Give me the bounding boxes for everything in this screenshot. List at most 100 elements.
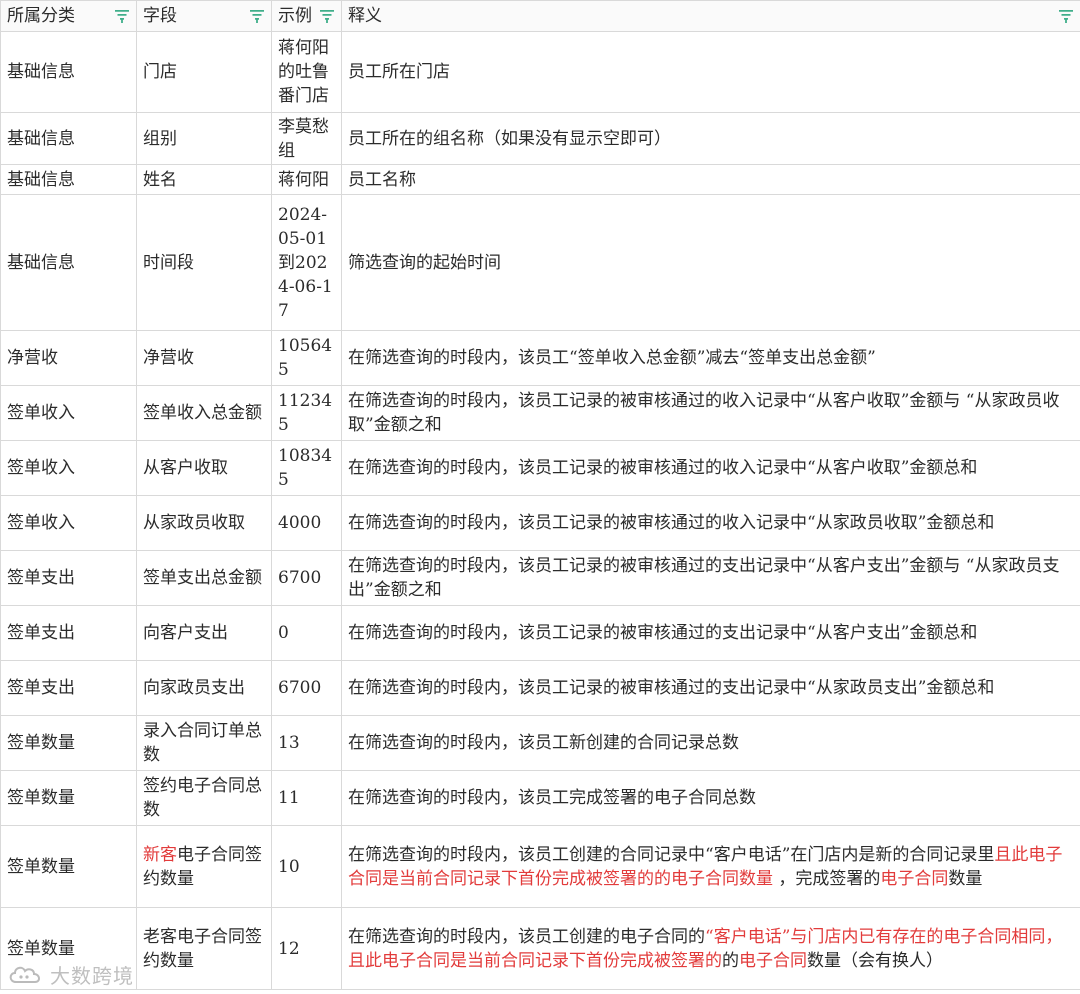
description-text-segment: 筛选查询的起始时间 (348, 252, 501, 273)
cell-example: 105645 (271, 330, 342, 386)
cell-example: 12 (271, 907, 342, 990)
cell-category: 基础信息 (0, 194, 137, 331)
cell-example: 李莫愁组 (271, 112, 342, 165)
table-row: 签单数量 录入合同订单总数 13 在筛选查询的时段内，该员工新创建的合同记录总数 (0, 715, 1080, 771)
description-text-segment: 在筛选查询的时段内，该员工新创建的合同记录总数 (348, 733, 739, 753)
description-text-segment: 电子合同 (739, 950, 807, 971)
cell-category: 净营收 (0, 330, 137, 386)
table-row: 基础信息 组别 李莫愁组 员工所在的组名称（如果没有显示空即可） (0, 112, 1080, 165)
cell-description: 员工所在门店 (341, 31, 1080, 113)
table-row: 基础信息 姓名 蒋何阳 员工名称 (0, 164, 1080, 195)
cell-field: 时间段 (136, 194, 272, 331)
cell-category: 签单收入 (0, 495, 137, 551)
description-text-segment: 在筛选查询的时段内，该员工记录的被审核通过的支出记录中“从客户支出”金额总和 (348, 623, 978, 643)
cell-description: 在筛选查询的时段内，该员工创建的合同记录中“客户电话”在门店内是新的合同记录里且… (341, 825, 1080, 908)
cell-example: 蒋何阳 (271, 164, 342, 195)
field-definition-table: 所属分类 字段 示例 释义 基础信息 门店 蒋何阳的吐鲁番门店 员工所在门店 基础信息组… (0, 0, 1080, 990)
description-text-segment: 在筛选查询的时段内，该员工完成签署的电子合同总数 (348, 788, 756, 808)
table-row: 签单支出 向家政员支出 6700 在筛选查询的时段内，该员工记录的被审核通过的支出记录… (0, 660, 1080, 716)
field-text-segment: 新客 (143, 844, 177, 865)
description-text-segment: 在筛选查询的时段内，该员工创建的电子合同的 (348, 926, 705, 947)
description-text-segment: 员工名称 (348, 169, 416, 190)
cell-description: 在筛选查询的时段内，该员工记录的被审核通过的收入记录中“从客户收取”金额与 “从… (341, 385, 1080, 441)
column-header-category[interactable]: 所属分类 (0, 0, 137, 32)
table-row: 基础信息 时间段 2024-05-01到2024-06-17 筛选查询的起始时间 (0, 194, 1080, 331)
cell-field: 门店 (136, 31, 272, 113)
cell-description: 员工名称 (341, 164, 1080, 195)
table-row: 签单支出 向客户支出 0 在筛选查询的时段内，该员工记录的被审核通过的支出记录中“从客… (0, 605, 1080, 661)
cell-example: 108345 (271, 440, 342, 496)
cell-example: 11 (271, 770, 342, 826)
cell-category: 签单支出 (0, 660, 137, 716)
description-text-segment: 在筛选查询的时段内，该员工“签单收入总金额”减去“签单支出总金额” (348, 348, 876, 368)
cell-category: 签单收入 (0, 385, 137, 441)
cell-example: 6700 (271, 550, 342, 606)
cell-field: 净营收 (136, 330, 272, 386)
cell-field: 老客电子合同签约数量 (136, 907, 272, 990)
cell-field: 从家政员收取 (136, 495, 272, 551)
header-row: 所属分类 字段 示例 释义 (0, 0, 1080, 32)
filter-icon[interactable] (114, 8, 130, 24)
description-text-segment: 在筛选查询的时段内，该员工创建的合同记录中“客户电话”在门店内是新的合同记录里 (348, 844, 995, 865)
cell-field: 录入合同订单总数 (136, 715, 272, 771)
cell-description: 在筛选查询的时段内，该员工完成签署的电子合同总数 (341, 770, 1080, 826)
cell-example: 0 (271, 605, 342, 661)
cloud-logo-icon (9, 966, 40, 983)
cell-description: 员工所在的组名称（如果没有显示空即可） (341, 112, 1080, 165)
cell-description: 筛选查询的起始时间 (341, 194, 1080, 331)
cell-example: 10 (271, 825, 342, 908)
description-text-segment: 在筛选查询的时段内，该员工记录的被审核通过的收入记录中“从客户收取”金额总和 (348, 458, 978, 478)
cell-example: 6700 (271, 660, 342, 716)
table-row: 签单支出 签单支出总金额 6700 在筛选查询的时段内，该员工记录的被审核通过的支出记… (0, 550, 1080, 606)
cell-description: 在筛选查询的时段内，该员工新创建的合同记录总数 (341, 715, 1080, 771)
description-text-segment: ，完成签署的 (773, 868, 881, 889)
cell-field: 姓名 (136, 164, 272, 195)
cell-category: 基础信息 (0, 112, 137, 165)
table-row: 签单数量 新客电子合同签约数量 10 在筛选查询的时段内，该员工创建的合同记录中“客户… (0, 825, 1080, 908)
table-row: 签单收入 从客户收取 108345 在筛选查询的时段内，该员工记录的被审核通过的收入记… (0, 440, 1080, 496)
cell-example: 4000 (271, 495, 342, 551)
cell-category: 基础信息 (0, 164, 137, 195)
description-text-segment: 在筛选查询的时段内，该员工记录的被审核通过的收入记录中“从客户收取”金额与 “从… (348, 391, 1060, 435)
description-text-segment: 在筛选查询的时段内，该员工记录的被审核通过的支出记录中“从家政员支出”金额总和 (348, 678, 995, 698)
filter-icon[interactable] (249, 8, 265, 24)
column-header-field[interactable]: 字段 (136, 0, 272, 32)
description-text-segment: 的 (722, 950, 739, 971)
column-header-label: 字段 (143, 6, 177, 26)
cell-field: 签单支出总金额 (136, 550, 272, 606)
cell-description: 在筛选查询的时段内，该员工记录的被审核通过的收入记录中“从家政员收取”金额总和 (341, 495, 1080, 551)
column-header-description[interactable]: 释义 (341, 0, 1080, 32)
cell-category: 签单收入 (0, 440, 137, 496)
cell-category: 签单数量 (0, 770, 137, 826)
cell-example: 2024-05-01到2024-06-17 (271, 194, 342, 331)
cell-field: 组别 (136, 112, 272, 165)
table-row: 签单收入 从家政员收取 4000 在筛选查询的时段内，该员工记录的被审核通过的收入记录… (0, 495, 1080, 551)
description-text-segment: 在筛选查询的时段内，该员工记录的被审核通过的支出记录中“从客户支出”金额与 “从… (348, 556, 1060, 600)
description-text-segment: 数量 (948, 868, 983, 889)
cell-field: 签单收入总金额 (136, 385, 272, 441)
column-header-label: 所属分类 (7, 6, 75, 26)
description-text-segment: 员工所在门店 (348, 62, 450, 82)
column-header-example[interactable]: 示例 (271, 0, 342, 32)
filter-icon[interactable] (1058, 8, 1074, 24)
cell-description: 在筛选查询的时段内，该员工记录的被审核通过的收入记录中“从客户收取”金额总和 (341, 440, 1080, 496)
filter-icon[interactable] (319, 8, 335, 24)
watermark: 大数跨境 (6, 960, 134, 988)
table-row: 签单收入 签单收入总金额 112345 在筛选查询的时段内，该员工记录的被审核通过的收… (0, 385, 1080, 441)
cell-description: 在筛选查询的时段内，该员工“签单收入总金额”减去“签单支出总金额” (341, 330, 1080, 386)
cell-description: 在筛选查询的时段内，该员工创建的电子合同的“客户电话”与门店内已有存在的电子合同… (341, 907, 1080, 990)
cell-example: 13 (271, 715, 342, 771)
watermark-text: 大数跨境 (50, 963, 134, 988)
cell-description: 在筛选查询的时段内，该员工记录的被审核通过的支出记录中“从客户支出”金额与 “从… (341, 550, 1080, 606)
cell-field: 新客电子合同签约数量 (136, 825, 272, 908)
column-header-label: 释义 (348, 6, 382, 26)
cell-category: 基础信息 (0, 31, 137, 113)
cell-field: 向家政员支出 (136, 660, 272, 716)
cell-category: 签单数量 (0, 825, 137, 908)
cell-example: 112345 (271, 385, 342, 441)
table-row: 签单数量 签约电子合同总数 11 在筛选查询的时段内，该员工完成签署的电子合同总数 (0, 770, 1080, 826)
table-row: 净营收 净营收 105645 在筛选查询的时段内，该员工“签单收入总金额”减去“签单支… (0, 330, 1080, 386)
description-text-segment: 员工所在的组名称（如果没有显示空即可） (348, 128, 671, 149)
table-row: 签单数量 老客电子合同签约数量 12 在筛选查询的时段内，该员工创建的电子合同的“客户… (0, 907, 1080, 990)
description-text-segment: 在筛选查询的时段内，该员工记录的被审核通过的收入记录中“从家政员收取”金额总和 (348, 513, 995, 533)
